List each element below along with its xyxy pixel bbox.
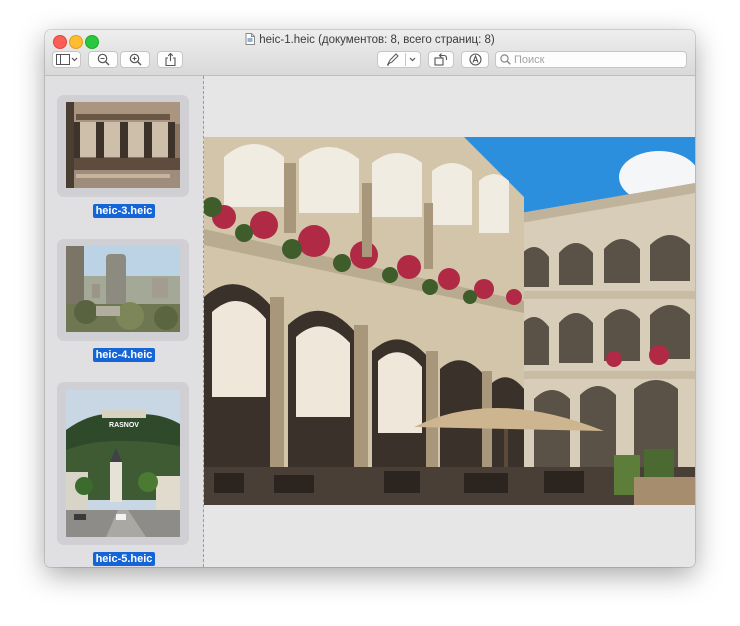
markup-circle-icon bbox=[468, 53, 482, 66]
thumbnail-label: heic-3.heic bbox=[45, 201, 203, 219]
pen-icon bbox=[386, 53, 416, 66]
sidebar-toggle-button[interactable] bbox=[52, 51, 81, 68]
thumbnail-label: heic-4.heic bbox=[45, 345, 203, 363]
image-viewer[interactable] bbox=[204, 76, 695, 567]
thumbnail-sidebar[interactable]: heic-3.heic heic-4.heic RASNOV heic-5.he… bbox=[45, 76, 204, 567]
window-title-text: heic-1.heic (документов: 8, всего страни… bbox=[259, 34, 495, 46]
zoom-in-icon bbox=[129, 53, 141, 66]
markup-button[interactable] bbox=[377, 51, 421, 68]
zoom-out-button[interactable] bbox=[88, 51, 118, 68]
thumbnail-label: heic-5.heic bbox=[45, 549, 203, 567]
thumbnail-image bbox=[66, 246, 180, 332]
titlebar: heic-1.heic (документов: 8, всего страни… bbox=[45, 30, 695, 76]
window-title: heic-1.heic (документов: 8, всего страни… bbox=[45, 33, 695, 46]
thumbnail-heic-4[interactable] bbox=[57, 239, 189, 341]
preview-window: heic-1.heic (документов: 8, всего страни… bbox=[45, 30, 695, 567]
rotate-button[interactable] bbox=[428, 51, 454, 68]
search-input[interactable] bbox=[514, 53, 674, 66]
search-icon bbox=[500, 54, 511, 65]
thumbnail-image: RASNOV bbox=[66, 390, 180, 537]
thumbnail-heic-5[interactable]: RASNOV bbox=[57, 382, 189, 545]
thumbnail-heic-3[interactable] bbox=[57, 95, 189, 197]
rotate-icon bbox=[434, 53, 448, 66]
document-icon bbox=[245, 33, 256, 45]
search-field[interactable] bbox=[495, 51, 687, 68]
thumbnail-image bbox=[66, 102, 180, 188]
annotate-button[interactable] bbox=[461, 51, 489, 68]
share-button[interactable] bbox=[157, 51, 183, 68]
share-icon bbox=[164, 53, 176, 66]
zoom-out-icon bbox=[97, 53, 109, 66]
thumbnail-image-text: RASNOV bbox=[109, 422, 139, 429]
zoom-in-button[interactable] bbox=[120, 51, 150, 68]
sidebar-icon bbox=[55, 54, 77, 65]
main-image bbox=[204, 137, 695, 505]
